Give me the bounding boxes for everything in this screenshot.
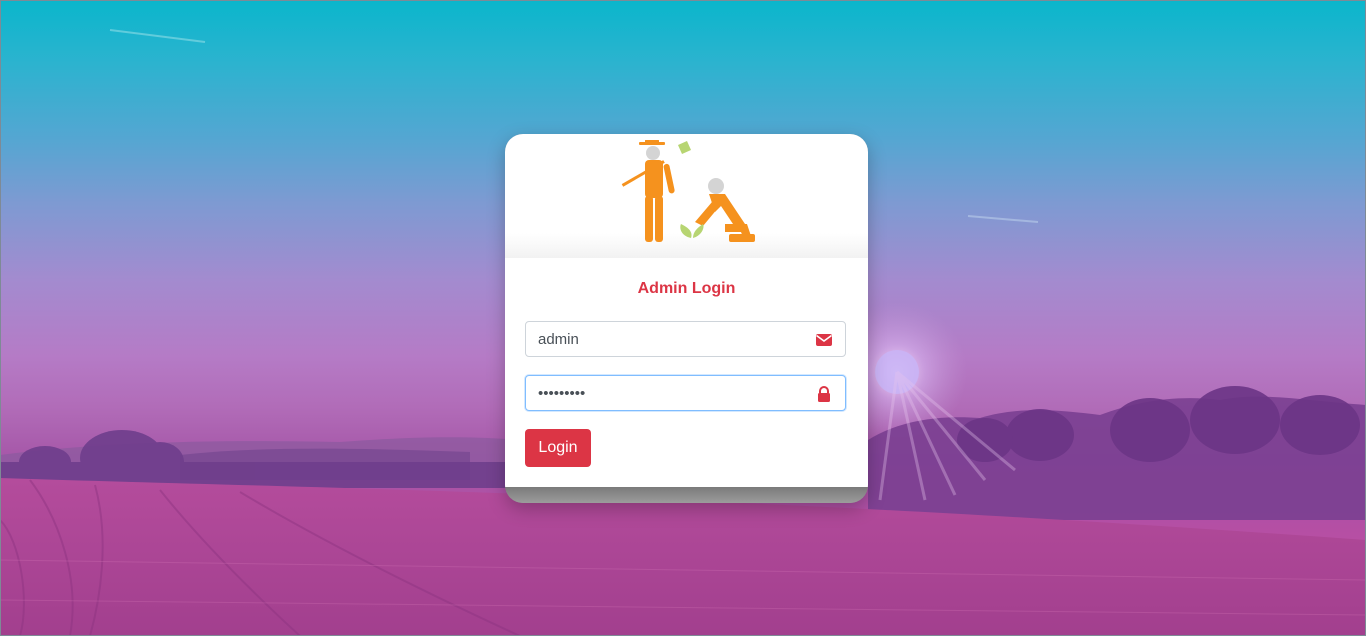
envelope-icon bbox=[816, 334, 832, 346]
username-field[interactable] bbox=[525, 321, 846, 357]
page-title: Admin Login bbox=[637, 280, 736, 297]
lock-icon bbox=[818, 386, 830, 402]
login-card: Admin Login Login bbox=[505, 134, 868, 503]
username-input[interactable] bbox=[538, 322, 808, 356]
farmer-logo bbox=[621, 140, 755, 242]
password-field[interactable] bbox=[525, 375, 846, 411]
login-button[interactable]: Login bbox=[525, 429, 591, 467]
card-header bbox=[505, 134, 868, 258]
password-input[interactable] bbox=[538, 376, 808, 410]
card-footer bbox=[505, 487, 868, 503]
